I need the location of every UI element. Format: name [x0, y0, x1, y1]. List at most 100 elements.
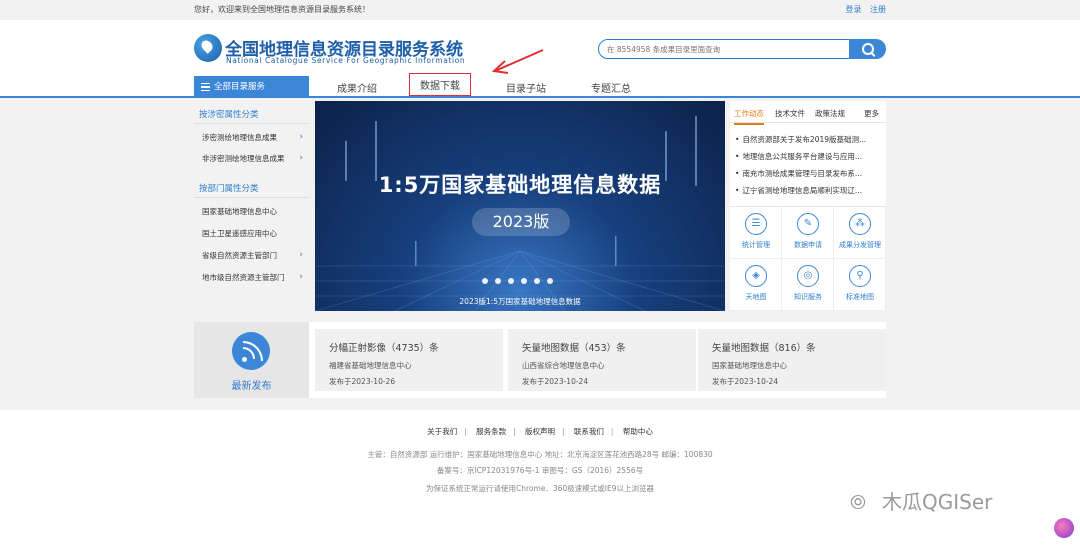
news-item[interactable]: 自然资源部关于发布2019版基础测...: [735, 134, 883, 145]
news-panel: 工作动态 技术文件 政策法规 更多 自然资源部关于发布2019版基础测... 地…: [730, 101, 886, 311]
sidebar-divider: [194, 123, 309, 124]
release-date: 发布于2023-10-24: [522, 377, 589, 386]
banner-title: 1:5万国家基础地理信息数据: [378, 173, 662, 197]
sidebar-item-classified[interactable]: 涉密测绘地理信息成果 ›: [202, 132, 307, 143]
footer-registration: 备案号：京ICP12031976号-1 审图号：GS（2016）2556号: [436, 466, 644, 475]
service-label: 成果分发管理: [839, 241, 881, 249]
release-source: 福建省基础地理信息中心: [329, 361, 412, 370]
sidebar-item-unclassified[interactable]: 非涉密测绘地理信息成果 ›: [202, 153, 307, 164]
footer-operator-info: 主管：自然资源部 运行维护：国家基础地理信息中心 地址：北京海淀区莲花池西路28…: [367, 450, 713, 459]
nav-item-results[interactable]: 成果介绍: [337, 80, 377, 95]
release-title: 矢量地图数据（453）条: [522, 343, 626, 354]
service-label: 天地图: [745, 293, 767, 301]
release-source: 山西省综合地理信息中心: [522, 361, 605, 370]
nav-item-topics[interactable]: 专题汇总: [591, 80, 631, 95]
release-card[interactable]: 分幅正射影像（4735）条 福建省基础地理信息中心 发布于2023-10-26: [315, 329, 503, 391]
sidebar-item-label: 非涉密测绘地理信息成果: [202, 154, 285, 163]
tab-work-news[interactable]: 工作动态: [734, 108, 764, 125]
list-icon: ☰: [745, 213, 767, 235]
sidebar-item-national-center[interactable]: 国家基础地理信息中心: [202, 206, 307, 217]
map-icon: ◈: [745, 265, 767, 287]
globe-logo-icon[interactable]: [194, 34, 222, 62]
release-title: 分幅正射影像（4735）条: [329, 343, 439, 354]
tab-policies[interactable]: 政策法规: [815, 108, 845, 119]
carousel-dot[interactable]: [508, 278, 514, 284]
pin-icon: ⚲: [849, 265, 871, 287]
nav-item-data-download[interactable]: 数据下载: [409, 73, 471, 96]
release-date: 发布于2023-10-26: [329, 377, 396, 386]
service-label: 知识服务: [794, 293, 822, 301]
site-footer: 关于我们 | 服务条款 | 版权声明 | 联系我们 | 帮助中心 主管：自然资源部 运行…: [0, 410, 1080, 548]
service-label: 标准地图: [846, 293, 874, 301]
search-box: [598, 39, 850, 59]
sidebar-item-satellite-center[interactable]: 国土卫星遥感应用中心: [202, 228, 307, 239]
all-catalog-button[interactable]: 全部目录服务: [194, 76, 309, 98]
carousel-dot[interactable]: [547, 278, 553, 284]
service-grid: ☰ 统计管理 ✎ 数据申请 ⁂ 成果分发管理 ◈ 天地图 ◎ 知识服务 ⚲ 标准…: [730, 206, 886, 311]
sidebar-item-label: 国家基础地理信息中心: [202, 207, 277, 216]
footer-links: 关于我们 | 服务条款 | 版权声明 | 联系我们 | 帮助中心: [427, 427, 653, 436]
release-date: 发布于2023-10-24: [712, 377, 779, 386]
annotation-arrow-icon: [491, 49, 544, 74]
sidebar-item-label: 国土卫星遥感应用中心: [202, 229, 277, 238]
banner-caption: 2023版1:5万国家基础地理信息数据: [459, 297, 581, 306]
banner-version-badge: 2023版: [472, 208, 570, 236]
chevron-right-icon: ›: [299, 132, 303, 142]
search-button[interactable]: [849, 39, 886, 59]
chevron-right-icon: ›: [299, 250, 303, 260]
latest-release-header[interactable]: 最新发布: [194, 322, 309, 398]
tab-more[interactable]: 更多: [864, 108, 879, 119]
carousel-dot[interactable]: [495, 278, 501, 284]
sidebar-divider: [194, 197, 309, 198]
watermark-text: ⦾ 木瓜QGISer: [850, 490, 993, 514]
search-input[interactable]: [607, 40, 847, 58]
welcome-text: 您好，欢迎来到全国地理信息资源目录服务系统！: [194, 5, 370, 14]
wechat-icon: ⦾: [850, 490, 866, 514]
hero-banner[interactable]: 1:5万国家基础地理信息数据 2023版 2023版1:5万国家基础地理信息数据: [315, 101, 725, 311]
assistant-badge-icon[interactable]: [1054, 518, 1074, 538]
footer-link-about[interactable]: 关于我们: [427, 427, 457, 436]
sidebar-item-provincial[interactable]: 省级自然资源主管部门 ›: [202, 250, 307, 261]
register-link[interactable]: 注册: [870, 5, 886, 14]
news-item[interactable]: 地理信息公共服务平台建设与应用...: [735, 151, 883, 162]
edit-icon: ✎: [797, 213, 819, 235]
footer-link-help[interactable]: 帮助中心: [623, 427, 653, 436]
login-link[interactable]: 登录: [845, 5, 861, 14]
service-label: 统计管理: [742, 241, 770, 249]
tab-tech-docs[interactable]: 技术文件: [775, 108, 805, 119]
sidebar-item-label: 地市级自然资源主管部门: [202, 273, 285, 282]
top-bar: 您好，欢迎来到全国地理信息资源目录服务系统！ 登录 注册: [0, 0, 1080, 20]
service-distribution[interactable]: ⁂ 成果分发管理: [834, 207, 886, 259]
service-data-apply[interactable]: ✎ 数据申请: [782, 207, 834, 259]
sidebar-group-secrecy: 按涉密属性分类: [199, 110, 259, 120]
carousel-dots: [482, 278, 562, 286]
service-standard-map[interactable]: ⚲ 标准地图: [834, 259, 886, 311]
carousel-dot[interactable]: [521, 278, 527, 284]
release-card[interactable]: 矢量地图数据（453）条 山西省综合地理信息中心 发布于2023-10-24: [508, 329, 696, 391]
service-label: 数据申请: [794, 241, 822, 249]
latest-release-section: 最新发布 分幅正射影像（4735）条 福建省基础地理信息中心 发布于2023-1…: [194, 322, 886, 398]
service-tianditu[interactable]: ◈ 天地图: [730, 259, 782, 311]
footer-link-copyright[interactable]: 版权声明: [525, 427, 555, 436]
service-knowledge[interactable]: ◎ 知识服务: [782, 259, 834, 311]
chevron-right-icon: ›: [299, 153, 303, 163]
auth-links: 登录 注册: [839, 4, 886, 15]
sidebar-item-municipal[interactable]: 地市级自然资源主管部门 ›: [202, 272, 307, 283]
footer-link-contact[interactable]: 联系我们: [574, 427, 604, 436]
service-stats[interactable]: ☰ 统计管理: [730, 207, 782, 259]
carousel-dot[interactable]: [482, 278, 488, 284]
news-tabs: 工作动态 技术文件 政策法规 更多: [730, 101, 886, 125]
news-item[interactable]: 辽宁省测绘地理信息局顺利实现辽...: [735, 185, 883, 196]
sidebar-group-department: 按部门属性分类: [199, 184, 259, 194]
latest-release-label: 最新发布: [231, 381, 272, 392]
release-card[interactable]: 矢量地图数据（816）条 国家基础地理信息中心 发布于2023-10-24: [698, 329, 886, 391]
all-catalog-label: 全部目录服务: [214, 82, 266, 92]
carousel-dot[interactable]: [534, 278, 540, 284]
share-icon: ⁂: [849, 213, 871, 235]
nav-item-substations[interactable]: 目录子站: [506, 80, 546, 95]
release-source: 国家基础地理信息中心: [712, 361, 787, 370]
rss-icon: [232, 332, 270, 370]
footer-link-terms[interactable]: 服务条款: [476, 427, 506, 436]
news-item[interactable]: 南充市测绘成果管理与目录发布系...: [735, 168, 883, 179]
category-sidebar: 按涉密属性分类 涉密测绘地理信息成果 › 非涉密测绘地理信息成果 › 按部门属性…: [194, 101, 309, 311]
